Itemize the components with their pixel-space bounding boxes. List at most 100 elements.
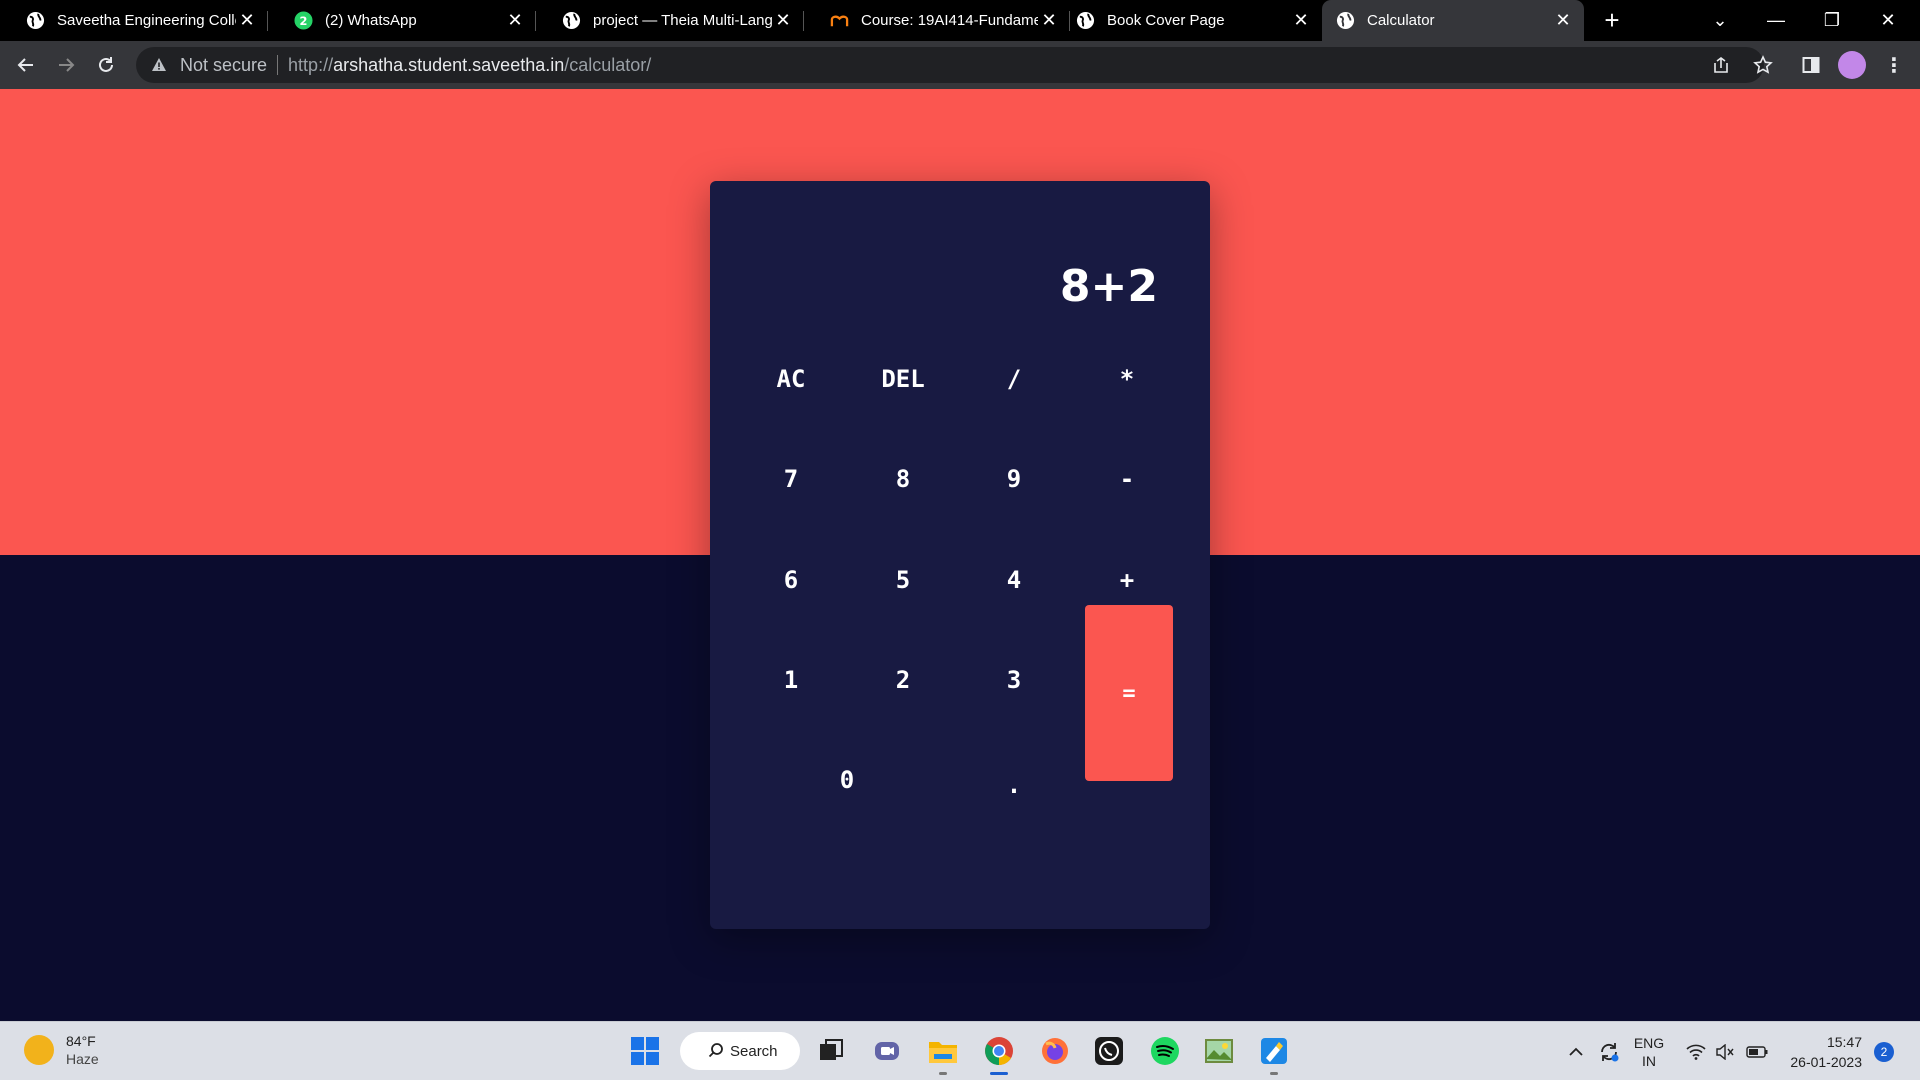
close-icon[interactable]: ✕ <box>236 10 258 31</box>
calculator: 8+2 AC DEL / * 7 8 9 - 6 5 4 + 1 2 3 = 0… <box>710 181 1210 929</box>
zero-button[interactable]: 0 <box>803 736 891 824</box>
tab-title: Calculator <box>1367 12 1435 29</box>
minus-button[interactable]: - <box>1083 435 1171 523</box>
tab-calculator[interactable]: Calculator ✕ <box>1322 0 1584 41</box>
globe-icon <box>1076 11 1095 30</box>
chrome-icon[interactable] <box>982 1034 1016 1068</box>
region-code: IN <box>1642 1052 1656 1069</box>
teams-chat-icon[interactable] <box>870 1034 904 1068</box>
menu-icon[interactable]: ⋮ <box>1880 51 1908 79</box>
divide-button[interactable]: / <box>970 335 1058 423</box>
speaker-muted-icon[interactable] <box>1712 1022 1738 1080</box>
tab-title: Book Cover Page <box>1107 12 1225 29</box>
minimize-button[interactable]: — <box>1748 0 1804 41</box>
restore-button[interactable]: ❐ <box>1804 0 1860 41</box>
clock-time: 15:47 <box>1826 1034 1862 1050</box>
equals-button[interactable]: = <box>1085 605 1173 781</box>
weather-temperature: 84°F <box>66 1033 96 1049</box>
search-icon <box>708 1042 724 1062</box>
three-button[interactable]: 3 <box>970 636 1058 724</box>
close-icon[interactable]: ✕ <box>504 10 526 31</box>
back-icon[interactable] <box>10 49 42 81</box>
taskbar: 84°F Haze Search ENG IN 15:47 26-01-2023… <box>0 1021 1920 1080</box>
globe-icon <box>26 11 45 30</box>
tab-book-cover[interactable]: Book Cover Page ✕ <box>1070 0 1322 41</box>
seven-button[interactable]: 7 <box>747 435 835 523</box>
new-tab-button[interactable]: + <box>1598 7 1626 35</box>
tab-title: project — Theia Multi-Lang <box>593 12 772 29</box>
security-label[interactable]: Not secure <box>180 55 267 76</box>
paint-icon[interactable] <box>1257 1034 1291 1068</box>
tab-whatsapp[interactable]: 2 (2) WhatsApp ✕ <box>268 0 536 41</box>
tab-title: (2) WhatsApp <box>325 12 417 29</box>
photos-icon[interactable] <box>1202 1034 1236 1068</box>
ac-button[interactable]: AC <box>747 335 835 423</box>
tab-theia[interactable]: project — Theia Multi-Lang ✕ <box>536 0 804 41</box>
moodle-icon <box>830 11 849 30</box>
page: 8+2 AC DEL / * 7 8 9 - 6 5 4 + 1 2 3 = 0… <box>0 89 1920 1021</box>
weather-widget[interactable]: 84°F Haze <box>24 1032 99 1068</box>
delete-button[interactable]: DEL <box>859 335 947 423</box>
globe-icon <box>1336 11 1355 30</box>
start-icon[interactable] <box>628 1034 662 1068</box>
clock-date: 26-01-2023 <box>1790 1054 1862 1070</box>
globe-icon <box>562 11 581 30</box>
four-button[interactable]: 4 <box>970 536 1058 624</box>
tab-search-icon[interactable]: ⌄ <box>1692 0 1748 41</box>
bookmark-star-icon[interactable] <box>1746 48 1780 82</box>
wifi-icon[interactable] <box>1682 1022 1710 1080</box>
forward-icon[interactable] <box>50 49 82 81</box>
taskbar-search[interactable]: Search <box>680 1032 800 1070</box>
notification-badge[interactable]: 2 <box>1874 1042 1894 1062</box>
tab-course[interactable]: Course: 19AI414-Fundamen ✕ <box>804 0 1070 41</box>
search-label: Search <box>730 1042 778 1060</box>
multiply-button[interactable]: * <box>1083 335 1171 423</box>
divider <box>277 55 279 75</box>
side-panel-icon[interactable] <box>1794 48 1828 82</box>
warning-icon[interactable] <box>150 56 168 74</box>
url-host: arshatha.student.saveetha.in <box>333 54 565 75</box>
address-bar[interactable]: Not secure http://arshatha.student.savee… <box>136 47 1764 83</box>
reload-icon[interactable] <box>90 49 122 81</box>
close-icon[interactable]: ✕ <box>1038 10 1060 31</box>
running-indicator <box>939 1072 947 1075</box>
five-button[interactable]: 5 <box>859 536 947 624</box>
calculator-display: 8+2 <box>1059 261 1158 312</box>
clock[interactable]: 15:47 26-01-2023 <box>1782 1032 1862 1072</box>
whatsapp-icon[interactable] <box>1092 1034 1126 1068</box>
language-code: ENG <box>1633 1034 1665 1051</box>
two-button[interactable]: 2 <box>859 636 947 724</box>
close-icon[interactable]: ✕ <box>1552 10 1574 31</box>
tab-title: Course: 19AI414-Fundamen <box>861 12 1038 29</box>
weather-haze-icon <box>24 1035 54 1065</box>
close-icon[interactable]: ✕ <box>1290 10 1312 31</box>
spotify-icon[interactable] <box>1148 1034 1182 1068</box>
firefox-icon[interactable] <box>1038 1034 1072 1068</box>
decimal-button[interactable]: . <box>970 741 1058 829</box>
nine-button[interactable]: 9 <box>970 435 1058 523</box>
sync-icon[interactable] <box>1594 1022 1624 1080</box>
running-indicator <box>990 1072 1008 1075</box>
url-path: /calculator/ <box>564 54 652 75</box>
share-icon[interactable] <box>1704 48 1738 82</box>
profile-avatar[interactable] <box>1838 51 1866 79</box>
tab-saveetha[interactable]: Saveetha Engineering Colle ✕ <box>0 0 268 41</box>
close-icon[interactable]: ✕ <box>772 10 794 31</box>
file-explorer-icon[interactable] <box>926 1034 960 1068</box>
chevron-up-icon[interactable] <box>1562 1022 1590 1080</box>
battery-icon[interactable] <box>1742 1022 1772 1080</box>
tab-title: Saveetha Engineering Colle <box>57 12 236 29</box>
whatsapp-icon: 2 <box>294 11 313 30</box>
toolbar: Not secure http://arshatha.student.savee… <box>0 41 1920 89</box>
language-indicator[interactable]: ENG IN <box>1628 1022 1670 1080</box>
weather-condition: Haze <box>66 1051 99 1067</box>
six-button[interactable]: 6 <box>747 536 835 624</box>
close-window-button[interactable]: ✕ <box>1860 0 1916 41</box>
tab-bar: Saveetha Engineering Colle ✕ 2 (2) Whats… <box>0 0 1920 41</box>
running-indicator <box>1270 1072 1278 1075</box>
eight-button[interactable]: 8 <box>859 435 947 523</box>
task-view-icon[interactable] <box>814 1034 848 1068</box>
whatsapp-badge: 2 <box>300 14 308 28</box>
one-button[interactable]: 1 <box>747 636 835 724</box>
url-text[interactable]: http://arshatha.student.saveetha.in/calc… <box>288 55 651 76</box>
